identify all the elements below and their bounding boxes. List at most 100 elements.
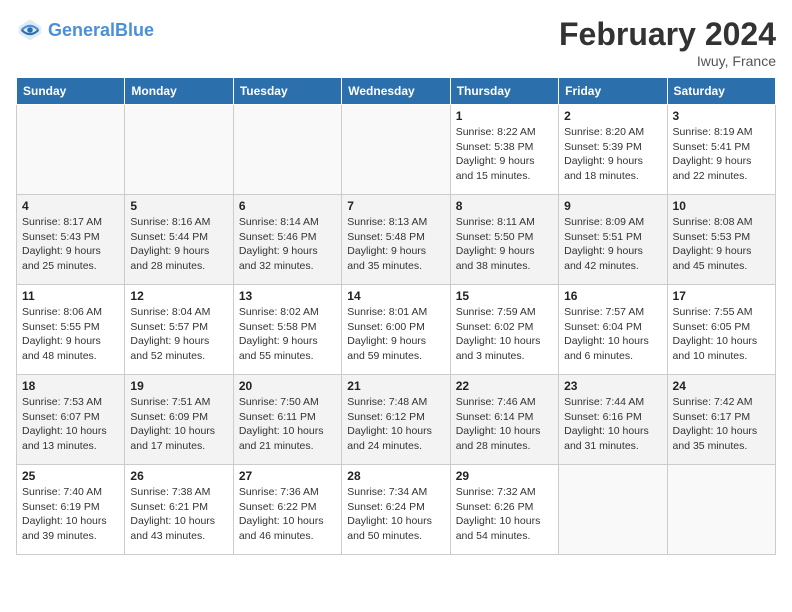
day-number: 24 — [673, 379, 770, 393]
calendar-cell: 22 Sunrise: 7:46 AM Sunset: 6:14 PM Dayli… — [450, 375, 558, 465]
day-number: 8 — [456, 199, 553, 213]
day-number: 9 — [564, 199, 661, 213]
calendar-cell: 28 Sunrise: 7:34 AM Sunset: 6:24 PM Dayli… — [342, 465, 450, 555]
day-number: 2 — [564, 109, 661, 123]
calendar-cell: 25 Sunrise: 7:40 AM Sunset: 6:19 PM Dayli… — [17, 465, 125, 555]
day-info: Sunrise: 8:13 AM Sunset: 5:48 PM Dayligh… — [347, 215, 444, 274]
month-title: February 2024 — [559, 16, 776, 53]
day-info: Sunrise: 7:38 AM Sunset: 6:21 PM Dayligh… — [130, 485, 227, 544]
calendar-header-row: Sunday Monday Tuesday Wednesday Thursday… — [17, 78, 776, 105]
day-number: 7 — [347, 199, 444, 213]
day-number: 26 — [130, 469, 227, 483]
logo-text: GeneralBlue — [48, 21, 154, 39]
day-number: 20 — [239, 379, 336, 393]
day-number: 19 — [130, 379, 227, 393]
calendar-cell: 4 Sunrise: 8:17 AM Sunset: 5:43 PM Daylig… — [17, 195, 125, 285]
day-info: Sunrise: 8:22 AM Sunset: 5:38 PM Dayligh… — [456, 125, 553, 184]
logo-icon — [16, 16, 44, 44]
day-info: Sunrise: 8:16 AM Sunset: 5:44 PM Dayligh… — [130, 215, 227, 274]
day-number: 10 — [673, 199, 770, 213]
day-number: 22 — [456, 379, 553, 393]
calendar-cell: 26 Sunrise: 7:38 AM Sunset: 6:21 PM Dayli… — [125, 465, 233, 555]
day-number: 13 — [239, 289, 336, 303]
page-header: GeneralBlue February 2024 Iwuy, France — [16, 16, 776, 69]
day-info: Sunrise: 7:42 AM Sunset: 6:17 PM Dayligh… — [673, 395, 770, 454]
location: Iwuy, France — [559, 53, 776, 69]
calendar-cell: 7 Sunrise: 8:13 AM Sunset: 5:48 PM Daylig… — [342, 195, 450, 285]
day-info: Sunrise: 8:01 AM Sunset: 6:00 PM Dayligh… — [347, 305, 444, 364]
calendar-cell — [125, 105, 233, 195]
day-info: Sunrise: 7:40 AM Sunset: 6:19 PM Dayligh… — [22, 485, 119, 544]
calendar-cell: 27Sunrise: 7:36 AM Sunset: 6:22 PM Dayli… — [233, 465, 341, 555]
header-thursday: Thursday — [450, 78, 558, 105]
header-wednesday: Wednesday — [342, 78, 450, 105]
day-info: Sunrise: 7:34 AM Sunset: 6:24 PM Dayligh… — [347, 485, 444, 544]
day-info: Sunrise: 8:19 AM Sunset: 5:41 PM Dayligh… — [673, 125, 770, 184]
logo-blue: Blue — [115, 20, 154, 40]
calendar-cell: 14 Sunrise: 8:01 AM Sunset: 6:00 PM Dayli… — [342, 285, 450, 375]
calendar-cell: 17Sunrise: 7:55 AM Sunset: 6:05 PM Dayli… — [667, 285, 775, 375]
day-info: Sunrise: 8:20 AM Sunset: 5:39 PM Dayligh… — [564, 125, 661, 184]
calendar-cell: 8Sunrise: 8:11 AM Sunset: 5:50 PM Daylig… — [450, 195, 558, 285]
day-number: 11 — [22, 289, 119, 303]
calendar-week-row: 11 Sunrise: 8:06 AM Sunset: 5:55 PM Dayli… — [17, 285, 776, 375]
day-info: Sunrise: 8:17 AM Sunset: 5:43 PM Dayligh… — [22, 215, 119, 274]
calendar-cell — [667, 465, 775, 555]
calendar-table: Sunday Monday Tuesday Wednesday Thursday… — [16, 77, 776, 555]
day-info: Sunrise: 7:48 AM Sunset: 6:12 PM Dayligh… — [347, 395, 444, 454]
day-info: Sunrise: 8:09 AM Sunset: 5:51 PM Dayligh… — [564, 215, 661, 274]
calendar-cell: 1 Sunrise: 8:22 AM Sunset: 5:38 PM Daylig… — [450, 105, 558, 195]
day-number: 18 — [22, 379, 119, 393]
calendar-week-row: 25 Sunrise: 7:40 AM Sunset: 6:19 PM Dayli… — [17, 465, 776, 555]
calendar-cell: 5 Sunrise: 8:16 AM Sunset: 5:44 PM Daylig… — [125, 195, 233, 285]
title-block: February 2024 Iwuy, France — [559, 16, 776, 69]
calendar-cell: 15 Sunrise: 7:59 AM Sunset: 6:02 PM Dayli… — [450, 285, 558, 375]
header-tuesday: Tuesday — [233, 78, 341, 105]
day-number: 4 — [22, 199, 119, 213]
calendar-cell: 13 Sunrise: 8:02 AM Sunset: 5:58 PM Dayli… — [233, 285, 341, 375]
day-info: Sunrise: 7:46 AM Sunset: 6:14 PM Dayligh… — [456, 395, 553, 454]
day-info: Sunrise: 7:55 AM Sunset: 6:05 PM Dayligh… — [673, 305, 770, 364]
calendar-cell: 6Sunrise: 8:14 AM Sunset: 5:46 PM Daylig… — [233, 195, 341, 285]
calendar-week-row: 1 Sunrise: 8:22 AM Sunset: 5:38 PM Daylig… — [17, 105, 776, 195]
day-info: Sunrise: 7:36 AM Sunset: 6:22 PM Dayligh… — [239, 485, 336, 544]
calendar-cell — [342, 105, 450, 195]
calendar-cell: 16Sunrise: 7:57 AM Sunset: 6:04 PM Dayli… — [559, 285, 667, 375]
day-info: Sunrise: 7:50 AM Sunset: 6:11 PM Dayligh… — [239, 395, 336, 454]
calendar-cell: 9 Sunrise: 8:09 AM Sunset: 5:51 PM Daylig… — [559, 195, 667, 285]
calendar-cell: 24 Sunrise: 7:42 AM Sunset: 6:17 PM Dayli… — [667, 375, 775, 465]
day-info: Sunrise: 7:51 AM Sunset: 6:09 PM Dayligh… — [130, 395, 227, 454]
day-number: 5 — [130, 199, 227, 213]
header-saturday: Saturday — [667, 78, 775, 105]
day-info: Sunrise: 8:02 AM Sunset: 5:58 PM Dayligh… — [239, 305, 336, 364]
calendar-cell: 23Sunrise: 7:44 AM Sunset: 6:16 PM Dayli… — [559, 375, 667, 465]
day-number: 14 — [347, 289, 444, 303]
day-info: Sunrise: 8:14 AM Sunset: 5:46 PM Dayligh… — [239, 215, 336, 274]
calendar-cell: 3 Sunrise: 8:19 AM Sunset: 5:41 PM Daylig… — [667, 105, 775, 195]
day-info: Sunrise: 7:53 AM Sunset: 6:07 PM Dayligh… — [22, 395, 119, 454]
day-info: Sunrise: 7:59 AM Sunset: 6:02 PM Dayligh… — [456, 305, 553, 364]
calendar-week-row: 4 Sunrise: 8:17 AM Sunset: 5:43 PM Daylig… — [17, 195, 776, 285]
calendar-cell: 12Sunrise: 8:04 AM Sunset: 5:57 PM Dayli… — [125, 285, 233, 375]
calendar-cell: 10 Sunrise: 8:08 AM Sunset: 5:53 PM Dayli… — [667, 195, 775, 285]
day-number: 21 — [347, 379, 444, 393]
calendar-cell: 19 Sunrise: 7:51 AM Sunset: 6:09 PM Dayli… — [125, 375, 233, 465]
day-info: Sunrise: 8:06 AM Sunset: 5:55 PM Dayligh… — [22, 305, 119, 364]
day-number: 29 — [456, 469, 553, 483]
day-info: Sunrise: 8:08 AM Sunset: 5:53 PM Dayligh… — [673, 215, 770, 274]
header-friday: Friday — [559, 78, 667, 105]
logo-general: General — [48, 20, 115, 40]
day-number: 3 — [673, 109, 770, 123]
day-number: 25 — [22, 469, 119, 483]
header-monday: Monday — [125, 78, 233, 105]
calendar-cell: 29 Sunrise: 7:32 AM Sunset: 6:26 PM Dayli… — [450, 465, 558, 555]
calendar-week-row: 18 Sunrise: 7:53 AM Sunset: 6:07 PM Dayli… — [17, 375, 776, 465]
calendar-cell: 20 Sunrise: 7:50 AM Sunset: 6:11 PM Dayli… — [233, 375, 341, 465]
calendar-cell — [559, 465, 667, 555]
day-number: 1 — [456, 109, 553, 123]
day-info: Sunrise: 7:32 AM Sunset: 6:26 PM Dayligh… — [456, 485, 553, 544]
calendar-cell — [17, 105, 125, 195]
header-sunday: Sunday — [17, 78, 125, 105]
day-number: 15 — [456, 289, 553, 303]
day-number: 28 — [347, 469, 444, 483]
